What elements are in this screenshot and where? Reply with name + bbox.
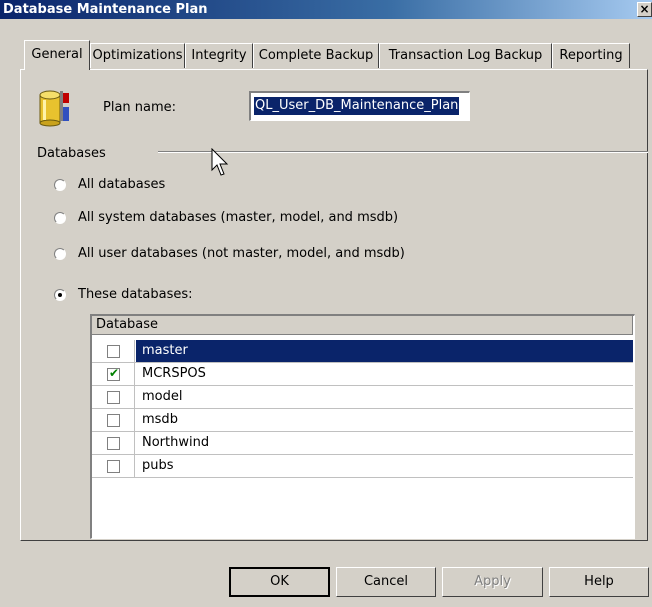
window-title: Database Maintenance Plan <box>3 2 208 17</box>
radio-label: All user databases (not master, model, a… <box>78 246 405 261</box>
database-name: model <box>142 389 183 404</box>
database-name: pubs <box>142 458 174 473</box>
database-name: msdb <box>142 412 178 427</box>
database-name: Northwind <box>142 435 210 450</box>
checkmark-icon: ✔ <box>109 366 120 380</box>
plan-name-label: Plan name: <box>103 100 177 115</box>
tab-optimizations[interactable]: Optimizations <box>90 43 185 68</box>
database-name: master <box>136 340 633 362</box>
plan-name-input[interactable]: QL_User_DB_Maintenance_Plan <box>249 91 470 121</box>
row-checkbox[interactable] <box>107 414 120 427</box>
radio-button[interactable] <box>54 248 66 260</box>
ok-button[interactable]: OK <box>229 567 330 597</box>
database-grid[interactable]: Database master ✔ MCRSPOS model msdb Nor… <box>90 314 635 539</box>
tab-reporting[interactable]: Reporting <box>552 43 630 68</box>
radio-label: These databases: <box>78 287 193 302</box>
table-row[interactable]: master <box>92 340 633 363</box>
radio-selected-dot <box>58 293 62 297</box>
database-maintenance-icon <box>39 90 69 127</box>
row-checkbox[interactable] <box>107 437 120 450</box>
table-row[interactable]: ✔ MCRSPOS <box>92 363 633 386</box>
row-checkbox[interactable] <box>107 460 120 473</box>
radio-label: All databases <box>78 177 166 192</box>
databases-group-label: Databases <box>37 146 106 161</box>
cancel-button[interactable]: Cancel <box>336 567 436 597</box>
plan-name-value: QL_User_DB_Maintenance_Plan <box>254 97 460 115</box>
title-bar: Database Maintenance Plan × <box>0 0 652 19</box>
tab-general[interactable]: General <box>24 40 90 70</box>
radio-label: All system databases (master, model, and… <box>78 210 399 225</box>
header-separator <box>632 316 633 335</box>
column-header-database[interactable]: Database <box>96 317 158 332</box>
table-row[interactable]: model <box>92 386 633 409</box>
table-row[interactable]: pubs <box>92 455 633 478</box>
apply-button[interactable]: Apply <box>442 567 543 597</box>
radio-button[interactable] <box>54 179 66 191</box>
help-button[interactable]: Help <box>549 567 649 597</box>
row-checkbox[interactable] <box>107 391 120 404</box>
close-button[interactable]: × <box>637 2 652 17</box>
radio-button[interactable] <box>54 289 66 301</box>
database-name: MCRSPOS <box>142 366 206 381</box>
table-row[interactable]: msdb <box>92 409 633 432</box>
radio-button[interactable] <box>54 212 66 224</box>
row-checkbox[interactable]: ✔ <box>107 366 120 381</box>
close-icon: × <box>639 2 650 16</box>
row-checkbox[interactable] <box>107 345 120 358</box>
grid-header: Database <box>92 316 633 335</box>
tab-transaction-log-backup[interactable]: Transaction Log Backup <box>379 43 552 68</box>
tab-complete-backup[interactable]: Complete Backup <box>253 43 379 68</box>
mouse-cursor-icon <box>211 148 229 176</box>
tab-integrity[interactable]: Integrity <box>185 43 253 68</box>
table-row[interactable]: Northwind <box>92 432 633 455</box>
